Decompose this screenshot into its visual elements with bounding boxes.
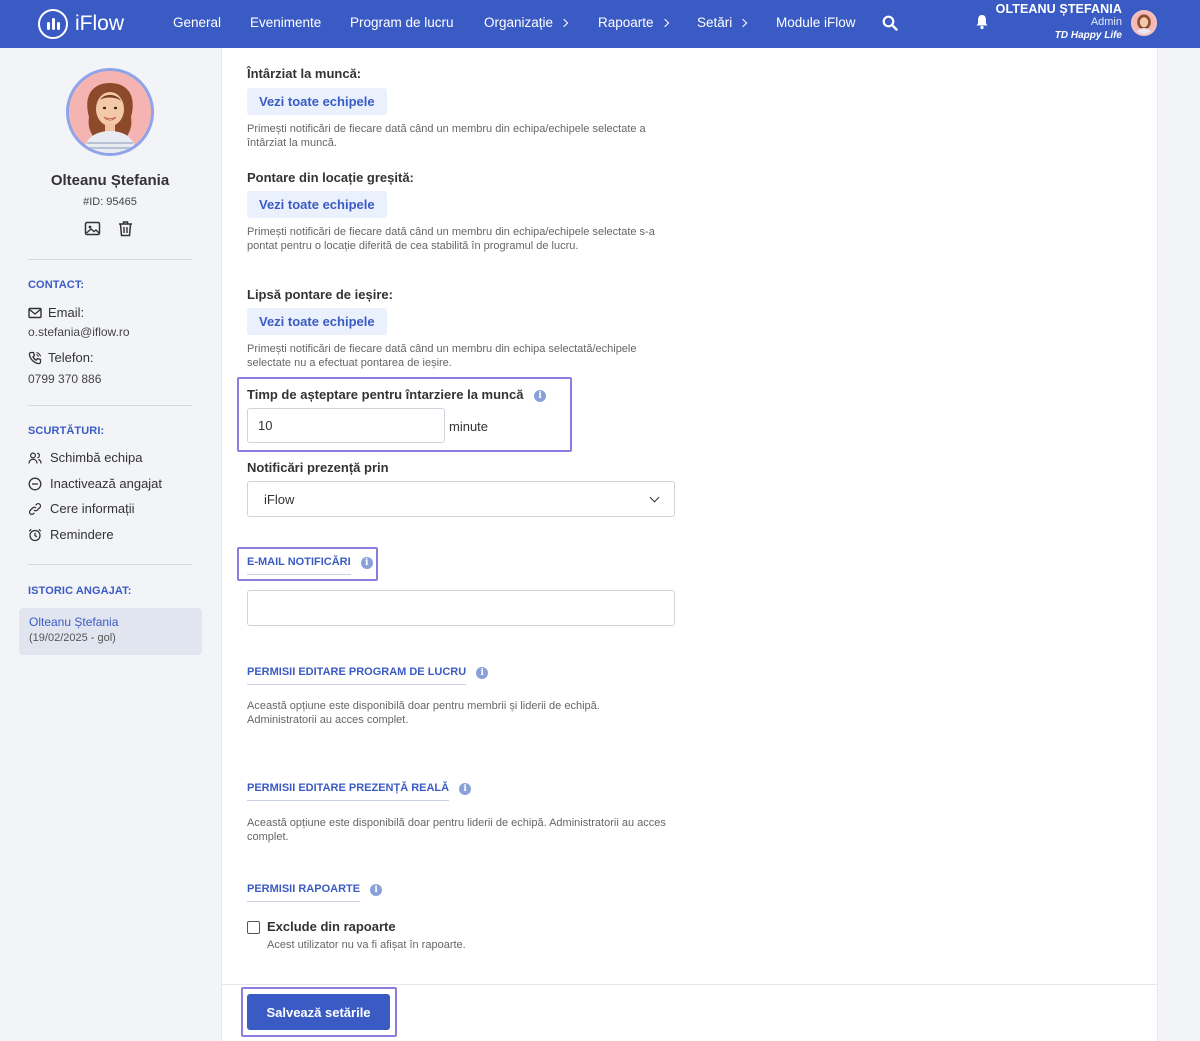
shortcut-label: Schimbă echipa [50,450,143,465]
history-heading: ISTORIC ANGAJAT: [28,585,132,597]
avatar[interactable] [1131,10,1157,36]
profile-actions [84,220,134,237]
info-icon[interactable]: i [360,556,373,569]
presence-via-label: Notificări prezență prin [247,460,389,475]
email-value[interactable]: o.stefania@iflow.ro [28,325,130,339]
nav-module-iflow[interactable]: Module iFlow [776,15,856,30]
shortcut-reminders[interactable]: Remindere [28,527,114,542]
shortcuts-heading: SCURTĂTURI: [28,425,105,437]
info-icon[interactable]: i [534,389,547,402]
history-name: Olteanu Ștefania [29,615,119,629]
contact-heading: CONTACT: [28,279,85,291]
info-icon[interactable]: i [459,782,472,795]
profile-name: Olteanu Ștefania [50,172,170,189]
presence-permissions-heading: PERMISII EDITARE PREZENȚĂ REALĂ i [247,782,472,801]
shortcut-deactivate-employee[interactable]: Inactivează angajat [28,476,162,491]
phone-icon [28,351,42,364]
phone-label-text: Telefon: [48,350,94,365]
report-permissions-heading: PERMISII RAPOARTE i [247,883,383,902]
nav-general[interactable]: General [173,15,221,30]
nav-setari-label: Setări [697,15,733,30]
email-notifications-input[interactable] [247,590,675,626]
profile-id: #ID: 95465 [83,196,137,208]
shortcut-label: Cere informații [50,501,135,516]
user-menu[interactable]: OLTEANU ȘTEFANIA Admin TD Happy Life [996,3,1122,42]
phone-value[interactable]: 0799 370 886 [28,372,101,386]
users-icon [28,451,42,464]
logo[interactable]: iFlow [38,8,124,40]
info-icon[interactable]: i [476,666,489,679]
nav-program-de-lucru[interactable]: Program de lucru [350,15,454,30]
link-icon [28,502,42,515]
chevron-right-icon [660,18,669,28]
late-view-teams-button[interactable]: Vezi toate echipele [247,88,387,115]
late-to-work-description: Primești notificări de fiecare dată când… [247,123,646,149]
missing-clockout-title: Lipsă pontare de ieșire: [247,287,393,302]
presence-via-selected: iFlow [264,491,295,507]
profile-avatar [66,68,154,156]
nav-rapoarte-label: Rapoarte [598,15,654,30]
chevron-right-icon [559,18,569,28]
schedule-permissions-heading: PERMISII EDITARE PROGRAM DE LUCRU i [247,666,489,685]
presence-permissions-description: Această opțiune este disponibilă doar pe… [247,817,666,843]
report-permissions-heading-text: PERMISII RAPOARTE [247,883,361,902]
logo-text: iFlow [75,12,125,35]
nav-organizatie-label: Organizație [484,15,554,30]
email-label: Email: [28,305,84,320]
shortcut-label: Remindere [50,527,114,542]
envelope-icon [28,307,42,318]
wrong-location-description: Primești notificări de fiecare dată când… [247,226,655,252]
shortcut-request-info[interactable]: Cere informații [28,501,135,516]
wrong-location-view-teams-button[interactable]: Vezi toate echipele [247,191,387,218]
schedule-permissions-description: Această opțiune este disponibilă doar pe… [247,700,600,726]
wait-time-label-text: Timp de așteptare pentru întarziere la m… [247,387,524,402]
presence-permissions-heading-text: PERMISII EDITARE PREZENȚĂ REALĂ [247,782,450,801]
image-icon[interactable] [84,220,101,237]
missing-clockout-description: Primești notificări de fiecare dată când… [247,343,637,369]
save-settings-button[interactable]: Salvează setările [247,994,390,1030]
wait-time-unit: minute [449,419,489,434]
phone-label: Telefon: [28,350,94,365]
presence-via-select[interactable]: iFlow [247,481,675,517]
chevron-down-icon [649,492,660,502]
late-to-work-title: Întârziat la muncă: [247,66,362,81]
employee-sidebar: Olteanu Ștefania #ID: 95465 CONTACT: Ema… [0,48,220,1041]
top-navbar: iFlow General Evenimente Program de lucr… [0,0,1200,48]
wrong-location-title: Pontare din locație greșită: [247,170,414,185]
nav-evenimente[interactable]: Evenimente [250,15,321,30]
info-icon[interactable]: i [370,883,383,896]
nav-organizatie[interactable]: Organizație [484,15,569,30]
logo-icon [38,9,68,39]
notification-settings-panel: Întârziat la muncă: Vezi toate echipele … [221,48,1158,1041]
alarm-clock-icon [28,528,42,541]
user-role: Admin [1090,16,1122,28]
history-period: (19/02/2025 - gol) [29,632,116,644]
bell-icon[interactable] [975,14,989,30]
user-name: OLTEANU ȘTEFANIA [995,2,1122,16]
history-entry[interactable]: Olteanu Ștefania (19/02/2025 - gol) [19,608,202,655]
footer-divider [222,984,1157,985]
missing-clockout-view-teams-button[interactable]: Vezi toate echipele [247,308,387,335]
exclude-from-reports-label: Exclude din rapoarte [267,919,396,934]
wait-time-label: Timp de așteptare pentru întarziere la m… [247,387,547,402]
email-notifications-heading: E-MAIL NOTIFICĂRI i [247,556,373,575]
minus-circle-icon [28,477,42,490]
divider [28,405,192,406]
user-team: TD Happy Life [1054,30,1122,41]
search-icon[interactable] [882,15,898,31]
divider [28,259,192,260]
nav-rapoarte[interactable]: Rapoarte [598,15,669,30]
wait-time-input[interactable] [247,408,445,443]
shortcut-label: Inactivează angajat [50,476,163,491]
email-label-text: Email: [48,305,85,320]
chevron-right-icon [739,18,748,28]
exclude-from-reports-description: Acest utilizator nu va fi afișat în rapo… [267,939,466,951]
divider [28,564,192,565]
exclude-from-reports-checkbox[interactable] [247,921,260,934]
shortcut-change-team[interactable]: Schimbă echipa [28,450,143,465]
schedule-permissions-heading-text: PERMISII EDITARE PROGRAM DE LUCRU [247,666,467,685]
nav-setari[interactable]: Setări [697,15,748,30]
email-notifications-heading-text: E-MAIL NOTIFICĂRI [247,556,351,575]
trash-icon[interactable] [117,220,134,237]
